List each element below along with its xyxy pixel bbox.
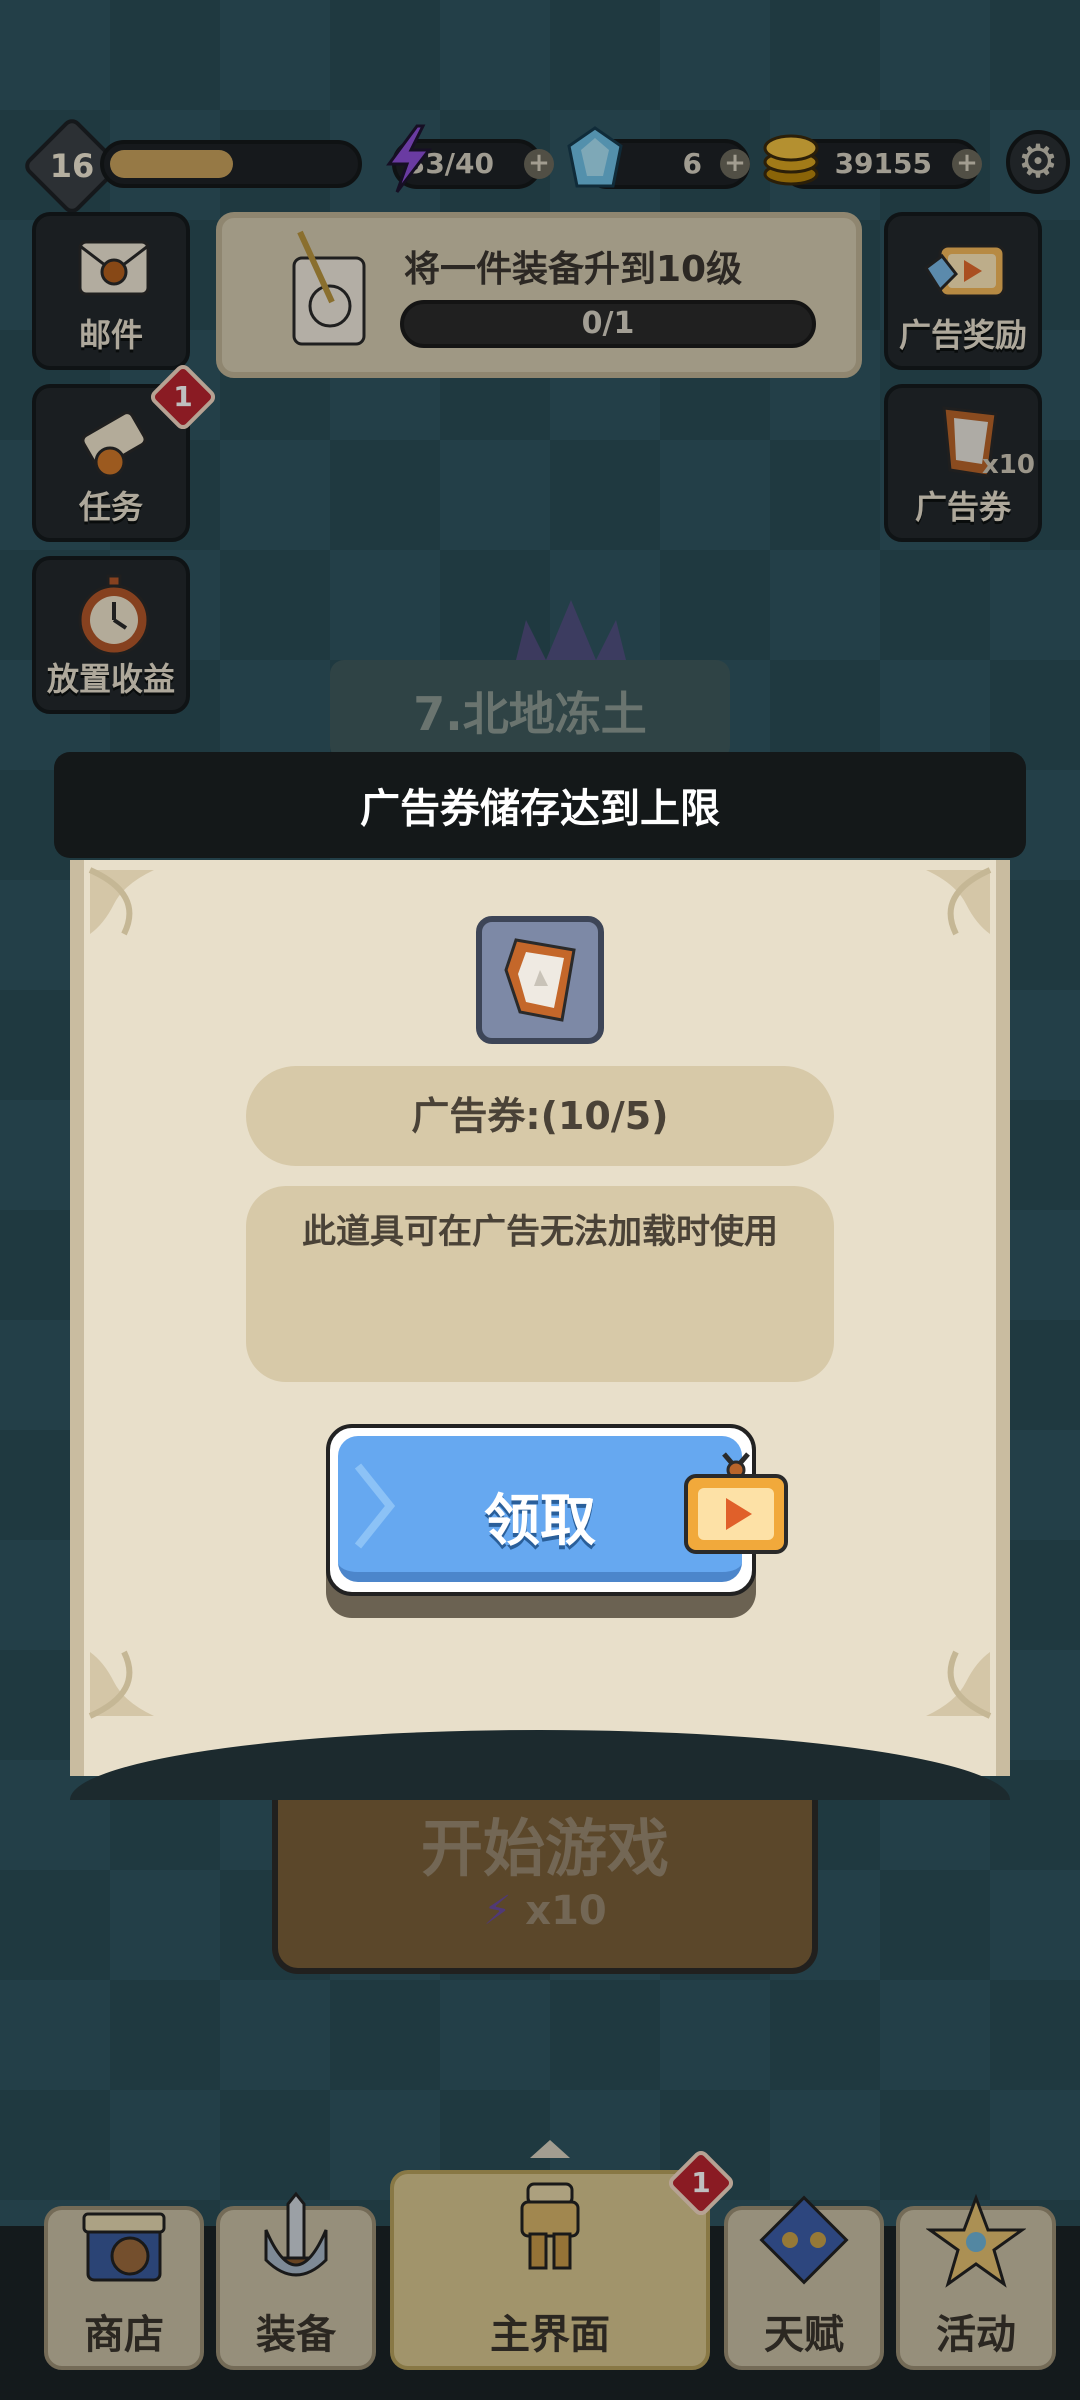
ad-ticket-button[interactable]: x10 广告券: [884, 384, 1042, 542]
corner-ornament-icon: [88, 1650, 154, 1719]
stopwatch-icon: [78, 574, 150, 656]
ad-ticket-count-display: 广告券:(10/5): [246, 1066, 834, 1166]
nav-label-main: 主界面: [490, 2312, 610, 2358]
quest-progress-text: 0/1: [581, 306, 635, 341]
main-badge-count: 1: [691, 2166, 711, 2199]
coin-plus-icon[interactable]: +: [952, 149, 982, 179]
ad-ticket-item-tile: [476, 916, 604, 1044]
energy-bolt-icon: ⚡: [483, 1888, 512, 1934]
ad-ticket-count: x10: [982, 450, 1035, 480]
gem-icon: [567, 126, 623, 188]
corner-ornament-icon: [926, 1650, 992, 1719]
nav-label-talent: 天赋: [764, 2312, 844, 2358]
corner-ornament-icon: [926, 867, 992, 936]
nav-label-equipment: 装备: [256, 2312, 336, 2358]
gear-icon: ⚙: [1017, 134, 1059, 188]
item-description-text: 此道具可在广告无法加载时使用: [302, 1212, 778, 1252]
modal-title: 广告券储存达到上限: [360, 786, 720, 832]
nav-tab-main[interactable]: 主界面: [390, 2170, 710, 2370]
gem-value: 6: [682, 147, 702, 180]
corner-ornament-icon: [88, 867, 154, 936]
talent-icon: [759, 2195, 849, 2285]
quest-progress-bar: 0/1: [400, 300, 816, 348]
coin-stack-icon: [763, 134, 819, 186]
mail-button[interactable]: 邮件: [32, 212, 190, 370]
nav-tab-equipment[interactable]: 装备: [216, 2191, 376, 2370]
mail-label: 邮件: [78, 316, 143, 354]
player-level: 16: [49, 147, 95, 185]
quest-badge-count: 1: [173, 380, 193, 413]
ad-ticket-icon: [504, 938, 576, 1022]
armor-icon: [520, 2182, 580, 2270]
tv-play-icon: [684, 1452, 788, 1554]
start-game-label: 开始游戏: [420, 1812, 669, 1885]
scroll-quest-icon: [81, 411, 147, 478]
coin-value: 39155: [834, 147, 932, 180]
nav-tab-events[interactable]: 活动: [896, 2193, 1056, 2370]
ad-reward-label: 广告奖励: [898, 316, 1027, 354]
nav-label-shop: 商店: [84, 2312, 164, 2358]
gem-plus-icon[interactable]: +: [720, 149, 750, 179]
nav-up-arrow-icon: [530, 2140, 570, 2158]
nav-tab-shop[interactable]: 商店: [44, 2206, 204, 2370]
quest-scroll-icon: [292, 230, 366, 346]
xp-bar-fill: [110, 150, 233, 178]
settings-button[interactable]: ⚙: [1006, 130, 1070, 194]
nav-tab-talent[interactable]: 天赋: [724, 2195, 884, 2370]
ad-ticket-label: 广告券: [914, 488, 1011, 526]
event-icon: [926, 2193, 1026, 2288]
xp-bar: [100, 140, 362, 188]
stage-name: 7.北地冻土: [413, 687, 647, 741]
item-description: 此道具可在广告无法加载时使用: [246, 1186, 834, 1382]
quest-label: 任务: [78, 488, 143, 526]
quest-description: 将一件装备升到10级: [404, 249, 743, 290]
start-game-cost: ⚡ x10: [272, 1888, 818, 1934]
idle-income-button[interactable]: 放置收益: [32, 556, 190, 714]
tv-play-icon: [923, 244, 1006, 298]
idle-income-label: 放置收益: [46, 660, 175, 698]
energy-bolt-icon: [386, 124, 433, 193]
nav-label-events: 活动: [936, 2312, 1016, 2358]
shop-icon: [82, 2212, 166, 2282]
mail-icon: [78, 240, 150, 296]
ad-reward-button[interactable]: 广告奖励: [884, 212, 1042, 370]
sword-icon: [264, 2191, 328, 2277]
energy-plus-icon[interactable]: +: [524, 149, 554, 179]
start-game-cost-value: x10: [525, 1888, 607, 1934]
